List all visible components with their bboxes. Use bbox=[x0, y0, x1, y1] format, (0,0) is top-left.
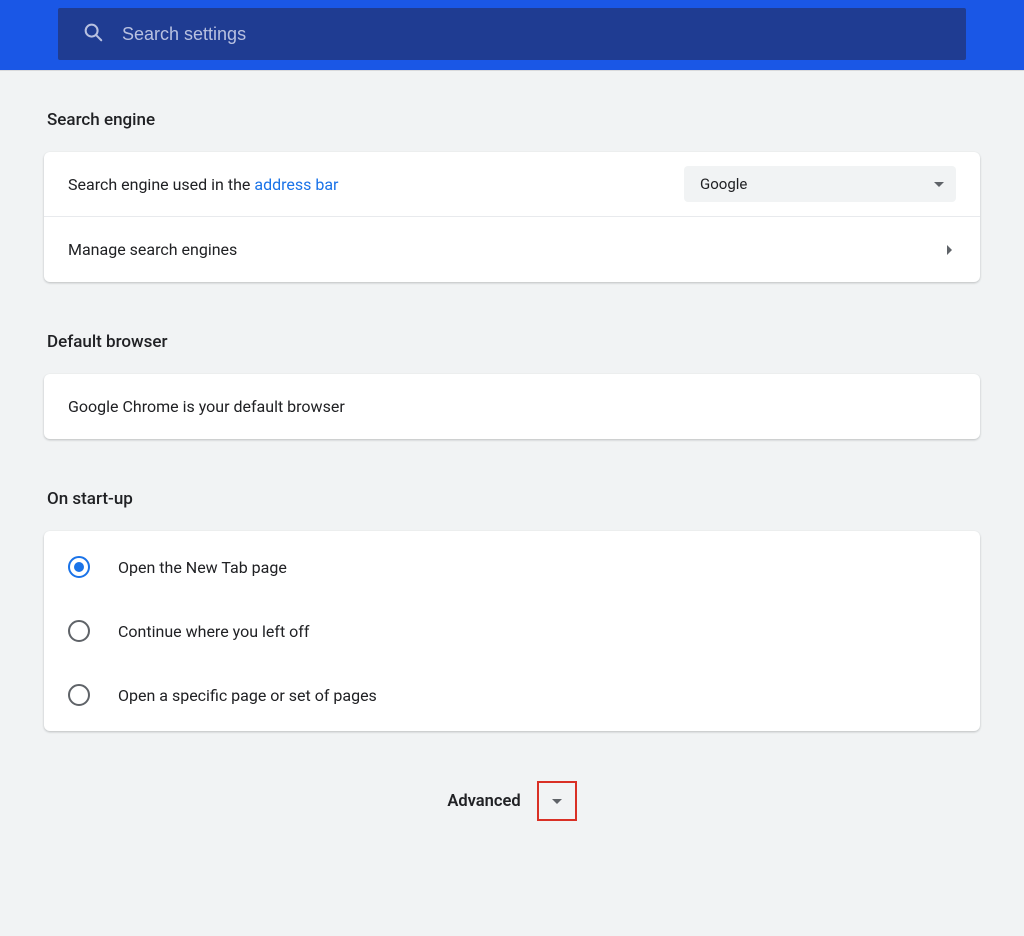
search-engine-selected: Google bbox=[700, 175, 747, 193]
section-title-default-browser: Default browser bbox=[44, 332, 980, 374]
row-text-search-engine-used: Search engine used in the address bar bbox=[68, 175, 684, 194]
search-engine-select[interactable]: Google bbox=[684, 166, 956, 202]
address-bar-link[interactable]: address bar bbox=[254, 175, 338, 194]
row-manage-search-engines[interactable]: Manage search engines bbox=[44, 217, 980, 282]
search-icon bbox=[82, 21, 104, 47]
row-default-browser-status: Google Chrome is your default browser bbox=[44, 374, 980, 439]
startup-option-specific-pages[interactable]: Open a specific page or set of pages bbox=[44, 663, 980, 727]
row-search-engine-used: Search engine used in the address bar Go… bbox=[44, 152, 980, 217]
settings-header bbox=[0, 0, 1024, 71]
card-startup: Open the New Tab page Continue where you… bbox=[44, 531, 980, 731]
section-title-search-engine: Search engine bbox=[44, 110, 980, 152]
default-browser-status-text: Google Chrome is your default browser bbox=[68, 397, 956, 416]
search-engine-prefix: Search engine used in the bbox=[68, 175, 254, 194]
manage-search-engines-label: Manage search engines bbox=[68, 240, 947, 259]
search-bar[interactable] bbox=[58, 8, 966, 60]
advanced-toggle-button[interactable] bbox=[537, 781, 577, 821]
startup-option-continue[interactable]: Continue where you left off bbox=[44, 599, 980, 663]
advanced-label: Advanced bbox=[447, 792, 520, 811]
radio-icon bbox=[68, 684, 90, 706]
startup-option-new-tab[interactable]: Open the New Tab page bbox=[44, 535, 980, 599]
search-input[interactable] bbox=[122, 24, 942, 45]
section-title-startup: On start-up bbox=[44, 489, 980, 531]
radio-icon bbox=[68, 556, 90, 578]
settings-content: Search engine Search engine used in the … bbox=[0, 71, 1024, 821]
radio-icon bbox=[68, 620, 90, 642]
card-default-browser: Google Chrome is your default browser bbox=[44, 374, 980, 439]
chevron-down-icon bbox=[552, 799, 562, 804]
card-search-engine: Search engine used in the address bar Go… bbox=[44, 152, 980, 282]
startup-option-label: Open a specific page or set of pages bbox=[118, 686, 377, 705]
chevron-right-icon bbox=[947, 245, 952, 255]
startup-option-label: Open the New Tab page bbox=[118, 558, 287, 577]
startup-option-label: Continue where you left off bbox=[118, 622, 309, 641]
chevron-down-icon bbox=[934, 182, 944, 187]
advanced-section: Advanced bbox=[44, 781, 980, 821]
